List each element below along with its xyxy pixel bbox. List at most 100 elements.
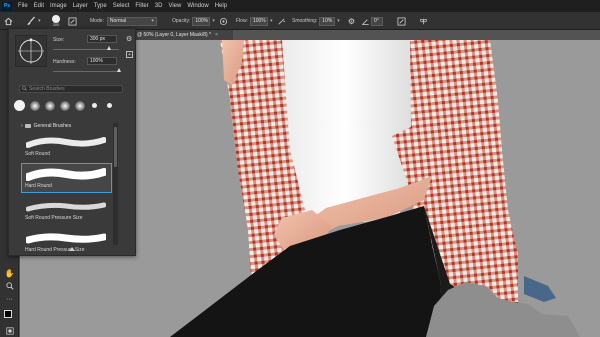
brush-name: Soft Round — [25, 151, 51, 157]
brush-item-hard-round-pressure-size[interactable]: Hard Round Pressure Size — [21, 227, 112, 257]
brush-stroke-preview — [26, 168, 106, 181]
brush-tip-soft-3[interactable] — [60, 101, 70, 111]
menu-file[interactable]: File — [15, 3, 31, 9]
close-icon[interactable]: × — [215, 32, 218, 38]
hardness-slider[interactable] — [53, 71, 119, 72]
smoothing-group: Smoothing: 10% ▾ — [292, 12, 340, 30]
color-swatches[interactable] — [3, 310, 16, 322]
pressure-size-icon — [396, 16, 407, 27]
smoothing-options-button[interactable]: ⚙ — [346, 12, 357, 30]
brush-icon — [25, 16, 36, 27]
chevron-down-icon[interactable]: ▾ — [337, 18, 340, 24]
brush-preset-panel: Size: 300 px Hardness: 100% ⚙ + Search B… — [8, 28, 136, 256]
panel-resize-handle[interactable] — [69, 247, 75, 251]
brush-list: › General Brushes Soft Round Hard Round — [19, 121, 123, 262]
hardness-label: Hardness: — [53, 59, 76, 65]
opacity-label: Opacity: — [172, 18, 191, 24]
zoom-tool[interactable] — [3, 281, 16, 292]
flow-input[interactable]: 100% — [249, 16, 268, 26]
mode-label: Mode: — [90, 18, 104, 24]
menu-type[interactable]: Type — [91, 3, 110, 9]
angle-input[interactable]: 0° — [371, 16, 383, 26]
airbrush-toggle[interactable] — [276, 12, 287, 30]
menu-help[interactable]: Help — [212, 3, 230, 9]
size-slider-thumb[interactable] — [106, 46, 111, 50]
brush-item-hard-round[interactable]: Hard Round — [21, 163, 112, 193]
brush-tip-hard-large[interactable] — [14, 100, 25, 111]
mode-value: Normal — [109, 18, 127, 24]
pressure-size-toggle[interactable] — [396, 12, 407, 30]
brush-search-input[interactable]: Search Brushes — [19, 85, 123, 93]
flow-label: Flow: — [236, 18, 248, 24]
menu-view[interactable]: View — [165, 3, 184, 9]
smoothing-input[interactable]: 10% — [319, 16, 336, 26]
document-tab[interactable]: @ 50% (Layer 0, Layer Mask/8) * × — [133, 30, 233, 40]
brush-folder[interactable]: › General Brushes — [21, 123, 71, 129]
document-title: @ 50% (Layer 0, Layer Mask/8) * — [137, 32, 211, 38]
brush-tip-soft-4[interactable] — [75, 101, 85, 111]
gear-icon: ⚙ — [126, 36, 133, 43]
photoshop-window: Ps File Edit Image Layer Type Select Fil… — [0, 0, 600, 337]
scrollbar-thumb[interactable] — [114, 127, 117, 167]
folder-icon — [24, 124, 31, 128]
brush-size-readout: 300 — [52, 22, 60, 27]
brush-angle-preview[interactable] — [15, 35, 47, 67]
quick-mask-icon — [5, 326, 14, 337]
menu-image[interactable]: Image — [47, 3, 70, 9]
zoom-icon — [5, 281, 14, 292]
brush-stroke-preview — [26, 202, 106, 212]
airbrush-icon — [276, 16, 287, 27]
hardness-slider-thumb[interactable] — [116, 68, 121, 72]
angle-icon — [360, 16, 371, 27]
brush-tip-small-1[interactable] — [92, 103, 97, 108]
hand-icon: ✋ — [4, 269, 15, 278]
menu-3d[interactable]: 3D — [152, 3, 166, 9]
brush-item-soft-round[interactable]: Soft Round — [21, 131, 112, 161]
brush-tip-small-2[interactable] — [107, 103, 112, 108]
size-input[interactable]: 300 px — [87, 35, 117, 43]
ellipsis-icon: ··· — [6, 296, 13, 303]
brush-stroke-preview — [26, 137, 106, 148]
brush-tip-soft-1[interactable] — [30, 101, 40, 111]
menu-filter[interactable]: Filter — [132, 3, 151, 9]
hardness-input[interactable]: 100% — [87, 57, 117, 65]
brush-stroke-preview — [26, 233, 106, 244]
chevron-down-icon: ▾ — [38, 18, 41, 24]
new-preset-button[interactable]: + — [126, 51, 133, 58]
brush-name: Hard Round — [25, 183, 52, 189]
panel-settings-button[interactable]: ⚙ — [126, 35, 132, 43]
quick-mask-toggle[interactable] — [3, 326, 16, 337]
hand-tool[interactable]: ✋ — [3, 268, 16, 279]
mode-select[interactable]: Normal ▾ — [106, 16, 157, 26]
menu-bar: Ps File Edit Image Layer Type Select Fil… — [0, 0, 600, 12]
smoothing-label: Smoothing: — [292, 18, 318, 24]
chevron-down-icon: › — [21, 123, 23, 129]
brush-list-scrollbar[interactable] — [113, 123, 118, 245]
angle-group: 0° — [360, 12, 383, 30]
crosshair-icon — [18, 38, 44, 64]
menu-layer[interactable]: Layer — [70, 3, 91, 9]
chevron-down-icon[interactable]: ▾ — [212, 18, 215, 24]
symmetry-button[interactable] — [418, 12, 429, 30]
menu-window[interactable]: Window — [184, 3, 211, 9]
opacity-input[interactable]: 100% — [192, 16, 211, 26]
chevron-down-icon[interactable]: ▾ — [270, 18, 273, 24]
size-label: Size: — [53, 37, 65, 43]
foreground-color-swatch[interactable] — [4, 310, 12, 318]
pressure-opacity-toggle[interactable] — [218, 12, 229, 30]
photoshop-logo: Ps — [2, 1, 12, 11]
folder-name: General Brushes — [33, 123, 72, 129]
menu-select[interactable]: Select — [110, 3, 133, 9]
opacity-group: Opacity: 100% ▾ — [172, 12, 215, 30]
brush-tip-soft-2[interactable] — [45, 101, 55, 111]
more-tools[interactable]: ··· — [3, 294, 16, 305]
brush-settings-icon — [67, 16, 78, 27]
menu-edit[interactable]: Edit — [31, 3, 47, 9]
brush-name: Hard Round Pressure Size — [25, 247, 85, 253]
search-icon — [22, 85, 27, 93]
plus-icon: + — [128, 51, 131, 58]
search-placeholder: Search Brushes — [29, 86, 65, 92]
pressure-opacity-icon — [218, 16, 229, 27]
gear-icon: ⚙ — [347, 16, 356, 26]
brush-item-soft-round-pressure-size[interactable]: Soft Round Pressure Size — [21, 195, 112, 225]
